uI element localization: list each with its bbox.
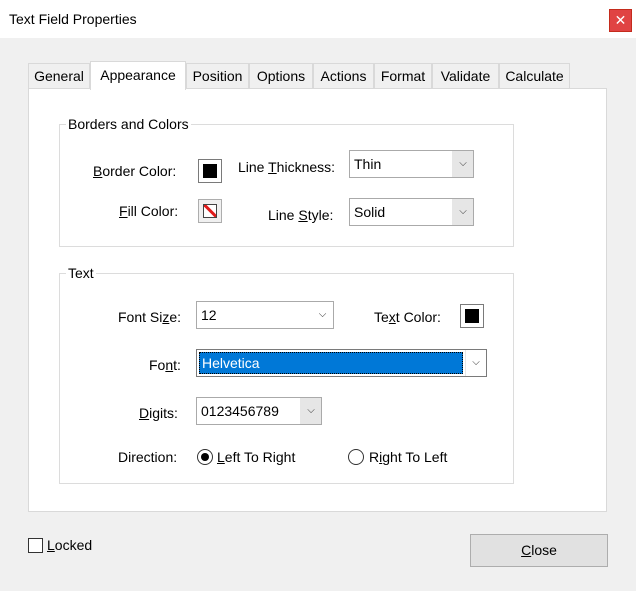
title-bar: Text Field Properties ✕	[0, 0, 636, 38]
line-thickness-value: Thin	[354, 156, 382, 172]
chevron-down-icon[interactable]: ⌵	[300, 398, 321, 424]
fill-color-label: Fill Color:	[119, 203, 179, 219]
text-group-label: Text	[66, 265, 96, 281]
tab-position[interactable]: Position	[186, 63, 249, 88]
appearance-panel: Borders and Colors Border Color: Fill Co…	[28, 88, 607, 512]
font-select[interactable]: Helvetica ⌵	[196, 349, 487, 377]
rtl-radio[interactable]	[348, 449, 364, 465]
line-style-value: Solid	[354, 204, 386, 220]
line-thickness-select[interactable]: Thin ⌵	[349, 150, 474, 178]
font-selection-highlight: Helvetica	[199, 352, 463, 374]
ltr-label[interactable]: Left To Right	[217, 449, 295, 465]
borders-colors-group-label: Borders and Colors	[66, 116, 191, 132]
font-size-combo[interactable]: 12 ⌵	[196, 301, 334, 329]
direction-label: Direction:	[118, 449, 178, 465]
borders-colors-group	[59, 124, 514, 247]
tab-general[interactable]: General	[28, 63, 90, 88]
tab-appearance[interactable]: Appearance	[90, 61, 186, 90]
close-button[interactable]: Close	[470, 534, 608, 567]
digits-select[interactable]: 0123456789 ⌵	[196, 397, 322, 425]
locked-label[interactable]: Locked	[47, 537, 92, 553]
chevron-down-icon[interactable]: ⌵	[452, 151, 473, 177]
window-title: Text Field Properties	[9, 11, 137, 27]
text-color-label: Text Color:	[374, 309, 441, 325]
rtl-label[interactable]: Right To Left	[369, 449, 447, 465]
chevron-down-icon[interactable]: ⌵	[452, 199, 473, 225]
ltr-radio[interactable]	[197, 449, 213, 465]
line-thickness-label: Line Thickness:	[238, 159, 336, 175]
no-color-icon	[204, 205, 216, 217]
digits-value: 0123456789	[201, 403, 279, 419]
tab-options[interactable]: Options	[249, 63, 313, 88]
line-style-select[interactable]: Solid ⌵	[349, 198, 474, 226]
font-label: Font:	[149, 357, 181, 373]
border-color-label: Border Color:	[93, 163, 177, 179]
line-style-label: Line Style:	[268, 207, 334, 223]
font-size-label: Font Size:	[118, 309, 182, 325]
close-icon[interactable]: ✕	[609, 9, 632, 32]
border-color-swatch[interactable]	[198, 159, 222, 183]
tab-format[interactable]: Format	[374, 63, 432, 88]
chevron-down-icon[interactable]: ⌵	[312, 302, 333, 328]
locked-checkbox[interactable]	[28, 538, 43, 553]
text-color-swatch[interactable]	[460, 304, 484, 328]
font-size-value: 12	[201, 307, 217, 323]
tab-calculate[interactable]: Calculate	[499, 63, 570, 88]
digits-label: Digits:	[139, 405, 178, 421]
fill-color-swatch[interactable]	[198, 199, 222, 223]
tab-actions[interactable]: Actions	[313, 63, 374, 88]
font-value: Helvetica	[202, 355, 260, 371]
chevron-down-icon[interactable]: ⌵	[465, 350, 486, 376]
tab-validate[interactable]: Validate	[432, 63, 499, 88]
